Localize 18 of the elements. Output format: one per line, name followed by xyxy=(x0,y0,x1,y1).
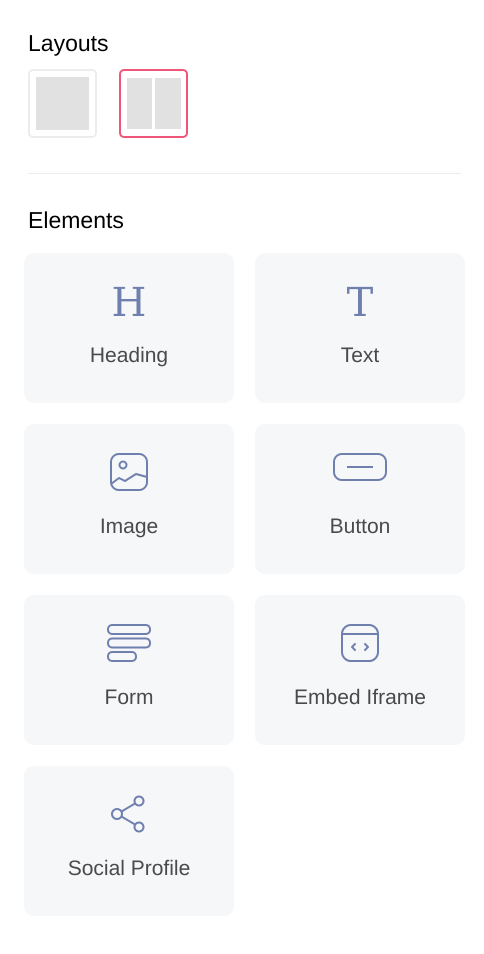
image-icon xyxy=(109,452,149,492)
element-tile[interactable]: Social Profile xyxy=(24,766,234,916)
layout-option[interactable] xyxy=(119,69,188,138)
element-tile[interactable]: Form xyxy=(24,595,234,745)
element-tile[interactable]: Image xyxy=(24,424,234,574)
letter-icon: T xyxy=(346,281,374,325)
section-title: Elements xyxy=(28,206,125,235)
element-tile[interactable]: Embed Iframe xyxy=(255,595,465,745)
button-icon xyxy=(332,452,388,482)
element-tile[interactable]: Button xyxy=(255,424,465,574)
element-tile[interactable]: T Text xyxy=(255,253,465,403)
lines-icon xyxy=(106,623,152,663)
section-title: Layouts xyxy=(28,29,110,58)
letter-icon: H xyxy=(112,281,146,325)
code-window-icon xyxy=(340,623,380,663)
two-column-icon xyxy=(126,78,180,129)
element-tile[interactable]: H Heading xyxy=(24,253,234,403)
single-column-icon xyxy=(36,77,89,130)
